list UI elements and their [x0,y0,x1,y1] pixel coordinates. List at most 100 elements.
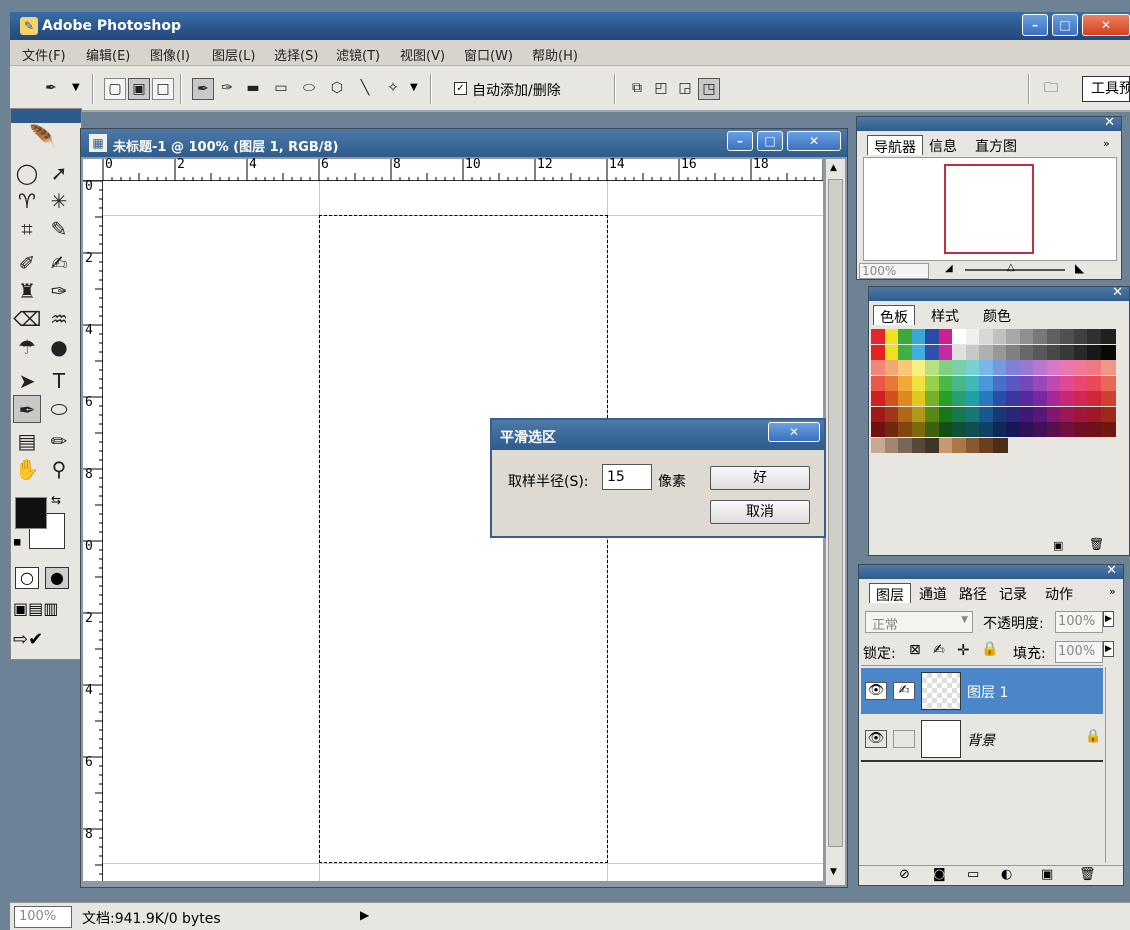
pen-tool-preset-icon[interactable]: ✒ [40,78,62,100]
scroll-down-icon[interactable]: ▼ [830,867,837,877]
vertical-scrollbar[interactable]: ▲ ▼ [825,159,845,885]
layer-name[interactable]: 背景 [967,730,995,750]
line-shape-icon[interactable]: ╲ [354,78,376,100]
subtract-path-icon[interactable]: ◰ [650,78,672,100]
maximize-button[interactable]: □ [1052,14,1078,36]
crop-tool-icon[interactable]: ⌗ [13,215,41,243]
minimize-button[interactable]: – [1022,14,1048,36]
ok-button[interactable]: 好 [710,466,810,490]
layer-thumbnail[interactable] [921,720,961,758]
layer-thumbnail[interactable] [921,672,961,710]
navigator-preview[interactable] [863,157,1117,261]
eyedropper-tool-icon[interactable]: ✏ [45,427,73,455]
custom-shape-dropdown-icon[interactable]: ▼ [410,82,418,93]
lasso-tool-icon[interactable]: ♈ [13,187,41,215]
foreground-color-swatch[interactable] [15,497,47,529]
zoom-slider[interactable] [965,269,1065,271]
default-colors-icon[interactable]: ◼ [13,537,21,548]
cancel-button[interactable]: 取消 [710,500,810,524]
opacity-dropdown-icon[interactable]: ▶ [1103,611,1114,627]
doc-close-button[interactable]: ✕ [787,131,841,151]
tab-channels[interactable]: 通道 [913,583,953,603]
selection-marquee[interactable] [319,215,608,863]
color-swatch[interactable] [1100,391,1116,406]
clone-stamp-tool-icon[interactable]: ♜ [13,277,41,305]
tab-color[interactable]: 颜色 [977,305,1017,325]
color-swatch[interactable] [1100,406,1116,422]
fill-pixels-icon[interactable]: □ [152,78,174,100]
tab-paths[interactable]: 路径 [953,583,993,603]
eye-icon[interactable]: 👁 [865,730,887,748]
rectangle-shape-icon[interactable]: ▬ [242,78,264,100]
new-group-icon[interactable]: ▭ [967,867,979,882]
brush-link-icon[interactable]: ✍ [893,682,915,700]
shape-layers-icon[interactable]: ▢ [104,78,126,100]
fill-dropdown-icon[interactable]: ▶ [1103,641,1114,657]
navigator-zoom-field[interactable]: 100% [859,263,929,279]
jump-to-imageready-icon[interactable]: ⇨✔ [13,629,43,650]
menu-view[interactable]: 视图(V) [400,45,445,64]
menu-help[interactable]: 帮助(H) [532,45,578,64]
brush-tool-icon[interactable]: ✍ [45,249,73,277]
doc-minimize-button[interactable]: – [727,131,753,151]
scroll-up-icon[interactable]: ▲ [830,163,837,173]
ellipse-shape-icon[interactable]: ⬭ [298,78,320,100]
tab-history[interactable]: 记录 [993,583,1033,603]
hand-tool-icon[interactable]: ✋ [13,455,41,483]
path-selection-tool-icon[interactable]: ➤ [13,367,41,395]
delete-layer-icon[interactable]: 🗑 [1079,867,1096,882]
blend-mode-select[interactable]: 正常 ▼ [865,611,973,633]
guide-horizontal[interactable] [103,863,823,864]
fill-field[interactable]: 100% [1055,641,1103,663]
color-swatch[interactable] [992,437,1008,453]
tab-actions[interactable]: 动作 [1039,583,1079,603]
custom-shape-icon[interactable]: ✧ [382,78,404,100]
tab-histogram[interactable]: 直方图 [969,135,1023,155]
delete-swatch-icon[interactable]: 🗑 [1089,537,1104,551]
menu-filter[interactable]: 滤镜(T) [336,45,380,64]
freeform-pen-icon[interactable]: ✑ [216,78,238,100]
menu-edit[interactable]: 编辑(E) [86,45,130,64]
menu-layer[interactable]: 图层(L) [212,45,255,64]
new-layer-icon[interactable]: ▣ [1041,867,1053,882]
color-swatch[interactable] [1100,344,1116,360]
menu-image[interactable]: 图像(I) [150,45,190,64]
menu-file[interactable]: 文件(F) [22,45,66,64]
link-empty-icon[interactable] [893,730,915,748]
lock-image-icon[interactable]: ✍ [933,642,945,658]
status-menu-arrow-icon[interactable]: ▶ [360,908,369,922]
slice-tool-icon[interactable]: ✎ [45,215,73,243]
layer-row-layer1[interactable]: 👁 ✍ 图层 1 [861,668,1103,714]
tab-navigator[interactable]: 导航器 [867,135,923,156]
intersect-path-icon[interactable]: ◲ [674,78,696,100]
type-tool-icon[interactable]: T [45,367,73,395]
marquee-tool-icon[interactable]: ◯ [13,159,41,187]
eraser-tool-icon[interactable]: ⌫ [13,305,41,333]
pen-tool-icon[interactable]: ✒ [192,78,214,100]
panel-close-icon[interactable]: ✕ [1106,563,1117,578]
tab-info[interactable]: 信息 [923,135,963,155]
zoom-in-icon[interactable]: ◣ [1075,261,1084,275]
dodge-tool-icon[interactable]: ● [45,333,73,361]
tab-layers[interactable]: 图层 [869,583,911,604]
adjustment-layer-icon[interactable]: ◐ [1001,867,1012,882]
preset-dropdown-icon[interactable]: ▼ [72,82,80,93]
layer-style-icon[interactable]: ⊘ [899,867,910,882]
doc-maximize-button[interactable]: □ [757,131,783,151]
tab-styles[interactable]: 样式 [925,305,965,325]
move-tool-icon[interactable]: ➚ [45,159,73,187]
screen-mode-icons[interactable]: ▣▤▥ [13,599,58,618]
combine-path-icon[interactable]: ⧉ [626,78,648,100]
layers-scrollbar[interactable] [1105,667,1121,863]
paint-bucket-tool-icon[interactable]: ♒ [45,305,73,333]
layer-mask-icon[interactable]: ◙ [933,867,946,882]
auto-add-delete-checkbox[interactable]: ✓ [454,82,467,95]
panel-menu-icon[interactable]: » [1109,585,1116,598]
lock-all-icon[interactable]: 🔒 [981,641,998,657]
rounded-rect-shape-icon[interactable]: ▭ [270,78,292,100]
tab-swatches[interactable]: 色板 [873,305,915,326]
swap-colors-icon[interactable]: ⇆ [51,493,61,507]
color-swatch[interactable] [1100,375,1116,391]
tool-presets-tab[interactable]: 工具预 [1082,76,1130,102]
zoom-out-icon[interactable]: ◢ [945,263,953,274]
